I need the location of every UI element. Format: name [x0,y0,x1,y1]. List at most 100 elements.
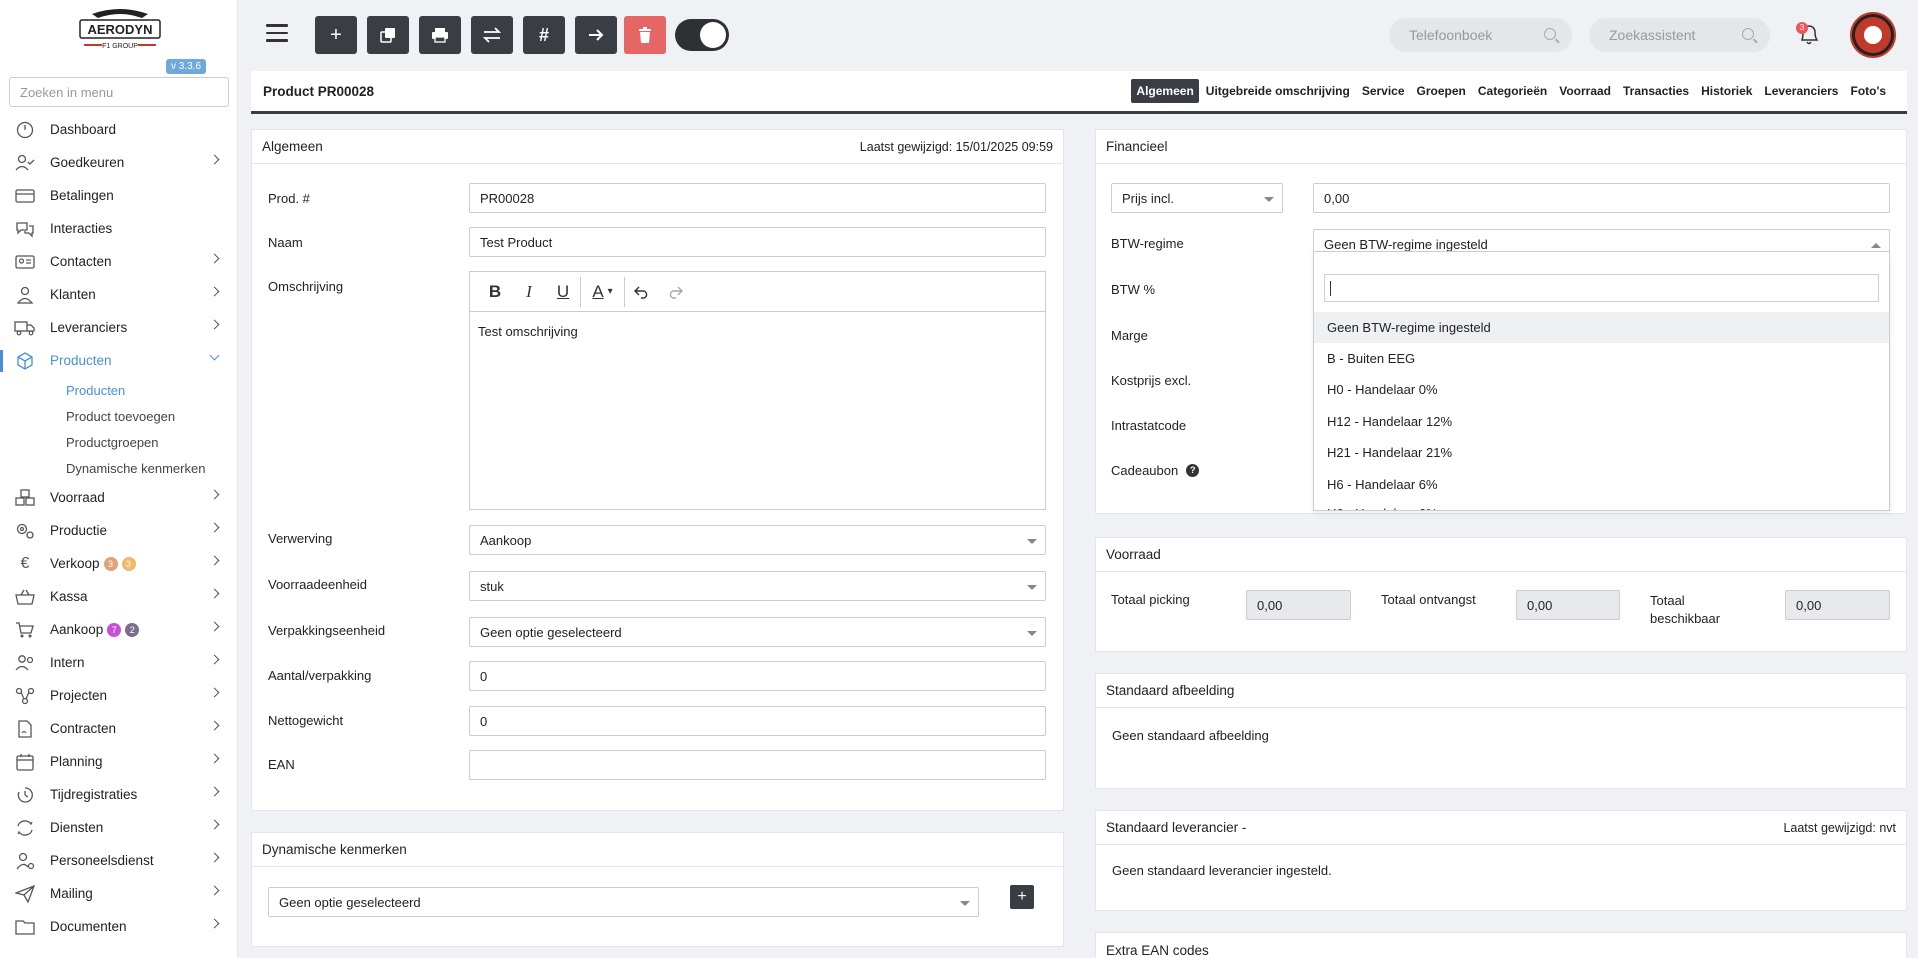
voorraadeenheid-label: Voorraadeenheid [268,577,368,592]
tab-transacties[interactable]: Transacties [1618,79,1694,103]
dropdown-option[interactable]: H0 - Handelaar 0% [1314,374,1889,405]
print-button[interactable] [419,16,461,54]
sidebar-item-goedkeuren[interactable]: Goedkeuren [0,146,238,179]
omschrijving-editor[interactable]: B I U A ▾ Test omschrijving [469,271,1046,510]
sidebar-item-producten[interactable]: Producten [0,344,238,377]
algemeen-header: Algemeen Laatst gewijzigd: 15/01/2025 09… [252,130,1063,164]
avatar[interactable] [1850,12,1896,58]
sidebar-item-planning[interactable]: Planning [0,745,238,778]
sidebar-item-voorraad[interactable]: Voorraad [0,481,238,514]
sidebar-subitem-productgroepen[interactable]: Productgroepen [0,429,238,455]
bold-icon[interactable]: B [478,277,512,307]
tab-fotos[interactable]: Foto's [1845,79,1891,103]
prod-nr-field[interactable]: PR00028 [469,183,1046,213]
italic-icon[interactable]: I [512,277,546,307]
sidebar-item-projecten[interactable]: Projecten [0,679,238,712]
assistant-search[interactable]: Zoekassistent [1589,18,1770,52]
sidebar-subitem-producten[interactable]: Producten [0,377,238,403]
delete-button[interactable] [624,16,666,54]
sidebar-item-klanten[interactable]: Klanten [0,278,238,311]
duplicate-button[interactable] [367,16,409,54]
price-type-select[interactable]: Prijs incl. [1111,183,1283,213]
phonebook-search[interactable]: Telefoonboek [1389,18,1572,52]
undo-icon[interactable] [624,276,658,307]
totaal-beschikbaar-label: Totaal beschikbaar [1650,593,1721,626]
redo-icon[interactable] [658,277,692,307]
tab-voorraad[interactable]: Voorraad [1554,79,1616,103]
text-color-icon[interactable]: A ▾ [580,276,624,307]
cadeaubon-label-text: Cadeaubon [1111,463,1179,478]
sidebar-item-verkoop[interactable]: € Verkoop 3 3 [0,547,238,580]
svg-text:F1 GROUP: F1 GROUP [102,43,138,50]
sidebar-item-leveranciers[interactable]: Leveranciers [0,311,238,344]
sidebar-item-documenten[interactable]: Documenten [0,910,238,943]
mode-toggle[interactable] [675,19,729,51]
chevron-right-icon [209,522,220,533]
sidebar-item-intern[interactable]: Intern [0,646,238,679]
user-tie-icon [14,286,36,304]
sidebar-item-contacten[interactable]: Contacten [0,245,238,278]
prod-nr-label: Prod. # [268,191,310,206]
dynamisch-select[interactable]: Geen optie geselecteerd [268,887,979,917]
dynamische-kenmerken-title: Dynamische kenmerken [252,833,1063,867]
sidebar-item-mailing[interactable]: Mailing [0,877,238,910]
dropdown-option[interactable]: H12 - Handelaar 12% [1314,406,1889,437]
sidebar-subitem-dynamische-kenmerken[interactable]: Dynamische kenmerken [0,455,238,481]
sidebar-item-kassa[interactable]: Kassa [0,580,238,613]
plus-icon: + [1017,888,1027,905]
underline-icon[interactable]: U [546,277,580,307]
dropdown-option[interactable]: Geen BTW-regime ingesteld [1314,312,1889,343]
sidebar-item-aankoop[interactable]: Aankoop 7 2 [0,613,238,646]
ean-field[interactable] [469,750,1046,780]
tab-service[interactable]: Service [1357,79,1410,103]
tab-historiek[interactable]: Historiek [1696,79,1757,103]
intrastat-label: Intrastatcode [1111,418,1187,433]
verpakkingseenheid-select[interactable]: Geen optie geselecteerd [469,617,1046,647]
price-field[interactable]: 0,00 [1313,183,1890,213]
caret-down-icon [1264,197,1274,202]
question-circle-icon[interactable]: ? [1186,464,1200,477]
nettogewicht-field[interactable]: 0 [469,706,1046,736]
dropdown-search-input[interactable] [1324,274,1879,302]
caret-down-icon [960,901,970,906]
sidebar-item-contracten[interactable]: Contracten [0,712,238,745]
hamburger-menu-icon[interactable] [266,24,288,42]
dropdown-option[interactable]: H6 - Handelaar 6% [1314,469,1889,500]
hashtag-icon: # [538,24,549,45]
voorraadeenheid-select[interactable]: stuk [469,571,1046,601]
dropdown-option[interactable]: H21 - Handelaar 21% [1314,437,1889,468]
dropdown-option[interactable]: B - Buiten EEG [1314,343,1889,374]
sidebar-item-diensten[interactable]: Diensten [0,811,238,844]
sidebar-item-betalingen[interactable]: Betalingen [0,179,238,212]
sidebar-subitem-product-toevoegen[interactable]: Product toevoegen [0,403,238,429]
tab-algemeen[interactable]: Algemeen [1131,79,1199,103]
sidebar-item-label: Interacties [50,221,113,236]
sidebar-item-personeelsdienst[interactable]: Personeelsdienst [0,844,238,877]
exchange-icon [483,27,501,43]
company-logo[interactable]: AERODYN F1 GROUP [72,4,168,54]
sidebar-item-label: Contracten [50,721,117,736]
verwerving-select[interactable]: Aankoop [469,525,1046,555]
dropdown-option[interactable]: H6 - Handelaar 6% [1314,498,1889,510]
sidebar-item-tijdregistraties[interactable]: Tijdregistraties [0,778,238,811]
add-button[interactable]: + [315,16,357,54]
tab-categorieen[interactable]: Categorieën [1473,79,1552,103]
chevron-right-icon [209,819,220,830]
last-modified: Laatst gewijzigd: 15/01/2025 09:59 [859,139,1053,154]
sidebar-item-dashboard[interactable]: Dashboard [0,113,238,146]
menu-search-input[interactable]: Zoeken in menu [9,77,229,107]
chevron-right-icon [209,489,220,500]
editor-content[interactable]: Test omschrijving [470,312,1045,351]
naam-field[interactable]: Test Product [469,227,1046,257]
number-button[interactable]: # [523,16,565,54]
add-kenmerk-button[interactable]: + [1010,885,1034,909]
aantal-field[interactable]: 0 [469,661,1046,691]
tab-leveranciers[interactable]: Leveranciers [1759,79,1843,103]
transfer-button[interactable] [471,16,513,54]
tab-groepen[interactable]: Groepen [1412,79,1471,103]
sidebar-item-productie[interactable]: Productie [0,514,238,547]
sidebar-item-interacties[interactable]: Interacties [0,212,238,245]
tab-uitgebreide-omschrijving[interactable]: Uitgebreide omschrijving [1201,79,1355,103]
standaard-leverancier-title: Standaard leverancier - [1106,820,1247,835]
next-button[interactable] [575,16,617,54]
